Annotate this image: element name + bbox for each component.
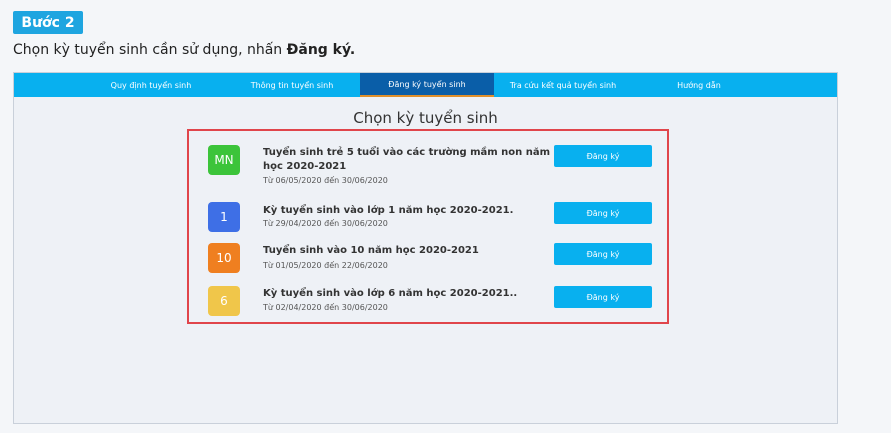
highlight-box: MN Tuyển sinh trẻ 5 tuổi vào các trường … bbox=[187, 129, 669, 324]
page-title: Chọn kỳ tuyển sinh bbox=[353, 109, 498, 127]
nav-item-tra-cuu[interactable]: Tra cứu kết quả tuyển sinh bbox=[498, 73, 628, 97]
instruction-text: Chọn kỳ tuyển sinh cần sử dụng, nhấn Đăn… bbox=[13, 42, 355, 58]
period-icon: 1 bbox=[208, 202, 240, 232]
period-icon: 10 bbox=[208, 243, 240, 273]
period-title: Kỳ tuyển sinh vào lớp 6 năm học 2020-202… bbox=[263, 288, 518, 299]
list-item: 1 Kỳ tuyển sinh vào lớp 1 năm học 2020-2… bbox=[189, 201, 667, 233]
register-button[interactable]: Đăng ký bbox=[554, 286, 652, 308]
register-button[interactable]: Đăng ký bbox=[554, 202, 652, 224]
period-icon: 6 bbox=[208, 286, 240, 316]
nav-item-dang-ky[interactable]: Đăng ký tuyển sinh bbox=[360, 73, 494, 97]
nav-item-huong-dan[interactable]: Hướng dẫn bbox=[654, 73, 744, 97]
nav-item-quy-dinh[interactable]: Quy định tuyển sinh bbox=[96, 73, 206, 97]
period-title: Tuyển sinh vào 10 năm học 2020-2021 bbox=[263, 245, 479, 256]
step-badge: Bước 2 bbox=[13, 11, 83, 34]
period-date: Từ 01/05/2020 đến 22/06/2020 bbox=[263, 261, 388, 270]
instruction-prefix: Chọn kỳ tuyển sinh cần sử dụng, nhấn bbox=[13, 42, 287, 58]
screenshot-frame: Quy định tuyển sinh Thông tin tuyển sinh… bbox=[13, 72, 838, 424]
period-title: Tuyển sinh trẻ 5 tuổi vào các trường mầm… bbox=[263, 147, 551, 172]
instruction-bold: Đăng ký. bbox=[286, 42, 356, 58]
list-item: MN Tuyển sinh trẻ 5 tuổi vào các trường … bbox=[189, 145, 667, 189]
top-navbar: Quy định tuyển sinh Thông tin tuyển sinh… bbox=[14, 73, 837, 97]
period-date: Từ 06/05/2020 đến 30/06/2020 bbox=[263, 176, 388, 185]
period-date: Từ 29/04/2020 đến 30/06/2020 bbox=[263, 219, 388, 228]
nav-item-thong-tin[interactable]: Thông tin tuyển sinh bbox=[236, 73, 348, 97]
list-item: 10 Tuyển sinh vào 10 năm học 2020-2021 T… bbox=[189, 243, 667, 275]
period-date: Từ 02/04/2020 đến 30/06/2020 bbox=[263, 303, 388, 312]
period-title: Kỳ tuyển sinh vào lớp 1 năm học 2020-202… bbox=[263, 205, 514, 216]
period-icon: MN bbox=[208, 145, 240, 175]
list-item: 6 Kỳ tuyển sinh vào lớp 6 năm học 2020-2… bbox=[189, 286, 667, 318]
register-button[interactable]: Đăng ký bbox=[554, 145, 652, 167]
register-button[interactable]: Đăng ký bbox=[554, 243, 652, 265]
